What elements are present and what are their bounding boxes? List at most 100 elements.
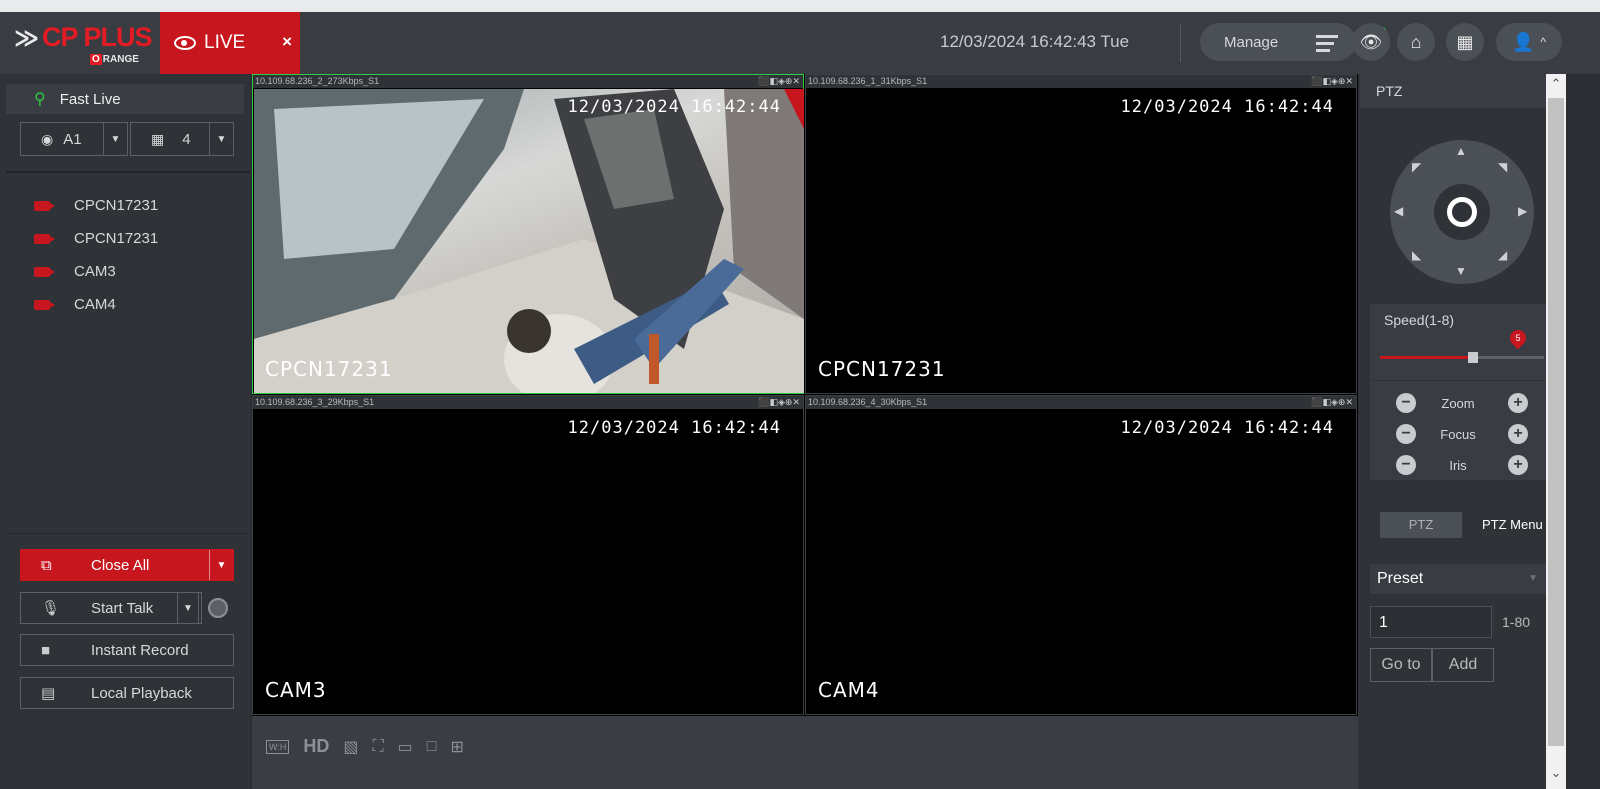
arrow-down-right-icon[interactable]: ◢ [1498,248,1507,262]
account-select[interactable]: ◉ A1 ▼ [20,122,128,156]
tile-toolbar[interactable]: ⬛◧◈⊕✕ [1311,75,1353,88]
video-tile[interactable]: 10.109.68.236_4_30Kbps_S1 ⬛◧◈⊕✕ 12/03/202… [805,395,1357,715]
speed-value-badge: 5 [1506,326,1530,350]
caret-up-icon: ^ [1540,35,1547,49]
ptz-panel-title: PTZ [1360,74,1546,108]
iris-row: − Iris + [1370,451,1546,481]
split-select[interactable]: ▦ 4 ▼ [130,122,234,156]
tile-camera-name: CAM3 [265,678,327,702]
preset-select[interactable]: Preset ▼ [1370,564,1546,594]
sidebar-divider [6,171,250,173]
fit-screen-icon[interactable]: ⛶ [372,738,383,756]
live-view-button[interactable]: 👁 [1352,23,1390,61]
speed-value: 5 [1515,333,1521,343]
live-tab-close-button[interactable]: × [282,32,292,52]
chevron-down-icon[interactable]: ▼ [209,550,233,580]
video-tile[interactable]: 10.109.68.236_3_29Kbps_S1 ⬛◧◈⊕✕ 12/03/202… [252,395,804,715]
logo-sub-mark: O [90,54,102,65]
chevron-down-icon[interactable]: ▼ [177,593,199,623]
arrow-up-left-icon[interactable]: ◤ [1412,160,1421,174]
zoom-row: − Zoom + [1370,389,1546,419]
tile-camera-name: CAM4 [818,678,880,702]
goto-preset-button[interactable]: Go to [1370,648,1432,682]
bottom-toolbar: W:H HD ▧ ⛶ ▭ □ ⊞ [252,716,1358,789]
live-tab[interactable]: LIVE × [160,12,300,74]
video-tile[interactable]: 10.109.68.236_2_273Kbps_S1 ⬛◧◈⊕✕ 12/03/20… [252,74,804,394]
camera-name: CAM4 [74,296,116,313]
tab-ptz-menu[interactable]: PTZ Menu [1482,512,1543,538]
home-button[interactable]: ⌂ [1397,23,1435,61]
header-separator [1180,24,1181,62]
chevron-down-icon: ▼ [1528,573,1538,584]
add-preset-button[interactable]: Add [1432,648,1494,682]
close-all-label: Close All [91,556,150,574]
preset-range: 1-80 [1502,614,1531,630]
tile-caption: 10.109.68.236_4_30Kbps_S1 ⬛◧◈⊕✕ [806,396,1356,409]
smoothness-icon[interactable]: ▧ [343,737,358,757]
focus-in-button[interactable]: + [1508,424,1528,444]
speed-control: Speed(1-8) 5 [1370,304,1546,380]
iris-open-button[interactable]: + [1508,455,1528,475]
quad-view-icon[interactable]: ⊞ [450,737,463,757]
scroll-up-icon[interactable]: ⌃ [1546,76,1566,96]
instant-record-button[interactable]: ■ Instant Record [20,634,234,666]
qr-code-button[interactable]: ▦ [1446,23,1484,61]
sidebar-divider [6,533,250,534]
single-view-icon[interactable]: □ [427,738,437,756]
camera-feed-scene [254,89,804,393]
camera-list-item[interactable]: CPCN17231 [0,189,250,222]
chevron-down-icon[interactable]: ▼ [103,123,127,155]
aspect-ratio-button[interactable]: W:H [266,739,290,754]
camera-list: CPCN17231 CPCN17231 CAM3 CAM4 [0,189,250,321]
preset-number-input[interactable]: 1 [1370,606,1492,638]
speed-slider-fill [1380,356,1473,359]
camera-list-item[interactable]: CPCN17231 [0,222,250,255]
speed-slider-thumb[interactable] [1468,352,1478,363]
arrow-left-icon[interactable]: ◀ [1394,204,1403,218]
tile-timestamp: 12/03/2024 16:42:44 [567,97,781,117]
ptz-center-icon[interactable] [1434,184,1490,240]
arrow-right-icon[interactable]: ▶ [1518,204,1527,218]
window-top-icon[interactable]: ▭ [398,737,413,757]
ptz-panel: PTZ ▲ ▼ ◀ ▶ ◤ ◥ ◣ ◢ Speed(1-8) 5 − Zoom … [1358,74,1546,789]
manage-button[interactable]: Manage [1200,23,1356,61]
ptz-direction-pad[interactable]: ▲ ▼ ◀ ▶ ◤ ◥ ◣ ◢ [1390,140,1534,284]
panel-scrollbar[interactable]: ⌃ ⌄ [1546,74,1566,789]
fast-live-item[interactable]: ⚲ Fast Live [6,84,244,114]
camera-name: CPCN17231 [74,197,159,214]
user-menu-button[interactable]: 👤 ^ [1496,23,1562,61]
account-icon: ◉ [41,130,54,147]
tile-camera-name: CPCN17231 [818,357,946,381]
arrow-down-icon[interactable]: ▼ [1455,264,1467,278]
camera-name: CAM3 [74,263,116,280]
eye-icon [174,36,196,50]
local-playback-button[interactable]: ▤ Local Playback [20,677,234,709]
arrow-down-left-icon[interactable]: ◣ [1412,248,1421,262]
talk-toggle[interactable] [205,594,231,622]
manage-label: Manage [1224,33,1279,51]
hd-button[interactable]: HD [303,736,329,757]
speed-slider[interactable]: 5 [1380,326,1544,363]
logo-sub-text: O RANGE [90,54,139,65]
tab-ptz[interactable]: PTZ [1380,512,1462,538]
scrollbar-thumb[interactable] [1548,98,1564,746]
arrow-up-icon[interactable]: ▲ [1455,144,1467,158]
chevron-down-icon[interactable]: ▼ [209,123,233,155]
video-tile[interactable]: 10.109.68.236_1_31Kbps_S1 ⬛◧◈⊕✕ 12/03/202… [805,74,1357,394]
camera-list-item[interactable]: CAM3 [0,255,250,288]
browser-top-strip [0,0,1600,12]
scroll-down-icon[interactable]: ⌄ [1546,765,1566,785]
close-all-button[interactable]: ⧉ Close All ▼ [20,549,234,581]
arrow-up-right-icon[interactable]: ◥ [1498,160,1507,174]
tile-toolbar[interactable]: ⬛◧◈⊕✕ [1311,396,1353,409]
camera-name: CPCN17231 [74,230,159,247]
camera-icon [34,266,55,277]
tile-camera-name: CPCN17231 [265,357,393,381]
tile-toolbar[interactable]: ⬛◧◈⊕✕ [758,396,800,409]
camera-list-item[interactable]: CAM4 [0,288,250,321]
start-talk-button[interactable]: 🎙 Start Talk ▼ [20,592,202,624]
menu-icon [1316,35,1338,56]
tile-toolbar[interactable]: ⬛◧◈⊕✕ [758,75,800,88]
camera-icon [34,299,55,310]
zoom-in-button[interactable]: + [1508,393,1528,413]
